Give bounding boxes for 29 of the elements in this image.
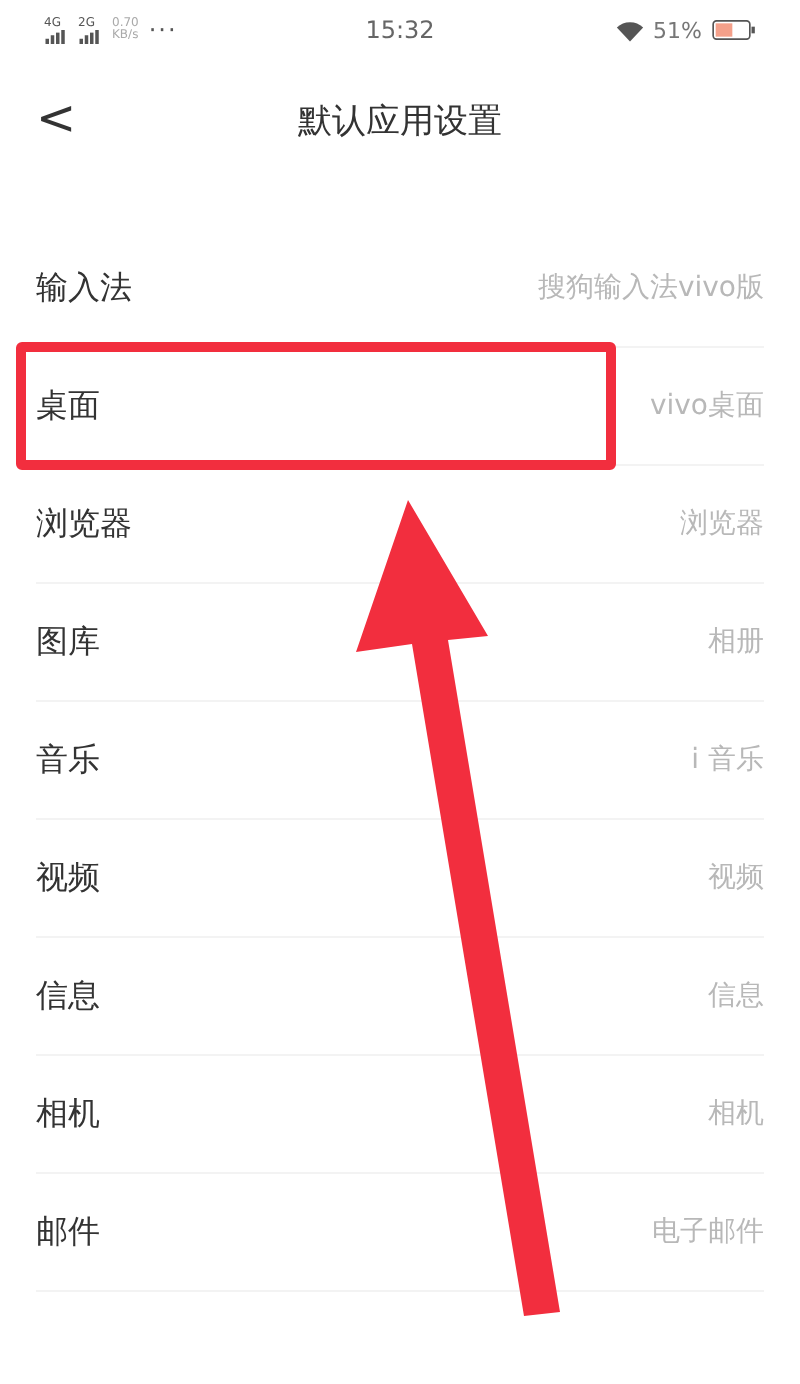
battery-icon <box>712 20 756 40</box>
row-value: 浏览器 <box>680 506 764 542</box>
settings-row[interactable]: 桌面 vivo桌面 <box>36 348 764 466</box>
row-label: 浏览器 <box>36 503 132 545</box>
signal-icon <box>44 29 68 43</box>
row-value: vivo桌面 <box>649 388 764 424</box>
more-indicator: ··· <box>148 16 178 44</box>
row-label: 输入法 <box>36 267 132 309</box>
page-title: 默认应用设置 <box>298 99 502 143</box>
row-label: 相机 <box>36 1093 100 1135</box>
row-label: 邮件 <box>36 1211 100 1253</box>
clock-time: 15:32 <box>365 16 435 44</box>
wifi-icon <box>615 19 644 41</box>
row-value: 搜狗输入法vivo版 <box>537 270 764 306</box>
row-value: 视频 <box>708 860 764 896</box>
row-value: i 音乐 <box>691 742 764 778</box>
row-label: 视频 <box>36 857 100 899</box>
row-value: 电子邮件 <box>652 1214 764 1250</box>
back-button[interactable]: < <box>24 88 89 148</box>
signal-icon <box>78 29 102 43</box>
row-label: 信息 <box>36 975 100 1017</box>
row-value: 相册 <box>708 624 764 660</box>
row-value: 相机 <box>708 1096 764 1132</box>
row-value: 信息 <box>708 978 764 1014</box>
settings-row[interactable]: 输入法 搜狗输入法vivo版 <box>36 230 764 348</box>
battery-percent: 51% <box>653 17 702 43</box>
row-label: 桌面 <box>36 385 100 427</box>
row-label: 音乐 <box>36 739 100 781</box>
row-label: 图库 <box>36 621 100 663</box>
